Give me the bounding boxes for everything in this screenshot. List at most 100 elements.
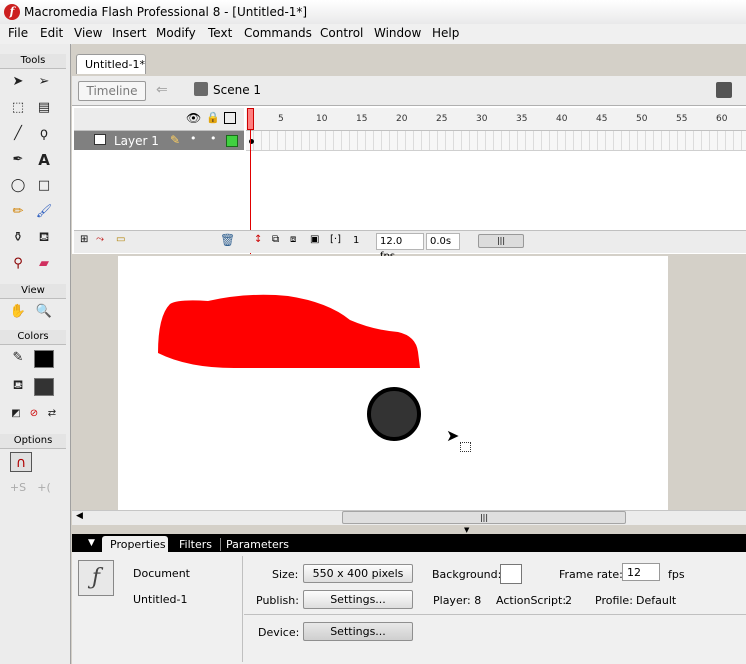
current-frame: 1 — [353, 235, 360, 246]
title-bar: f Macromedia Flash Professional 8 - [Unt… — [0, 0, 746, 25]
scroll-left-icon[interactable]: ◀ — [76, 511, 83, 521]
subselection-tool-icon[interactable]: ➢ — [34, 72, 54, 92]
layer-row[interactable]: Layer 1 ✎ • • — [74, 131, 244, 150]
pen-tool-icon[interactable]: ✒ — [8, 150, 28, 170]
paint-bucket-tool-icon[interactable]: ⛾ — [34, 228, 54, 248]
menu-edit[interactable]: Edit — [40, 26, 63, 40]
smooth-icon[interactable]: +S — [8, 478, 28, 498]
frame-rate-display[interactable]: 12.0 fps — [376, 233, 424, 262]
eraser-tool-icon[interactable]: ▰ — [34, 254, 54, 274]
collapse-arrow-icon[interactable]: ▼ — [464, 526, 469, 534]
lock-dot-icon[interactable]: • — [210, 132, 217, 145]
document-type-label: Document — [133, 567, 190, 580]
edit-scene-icon[interactable] — [716, 82, 732, 98]
timeline-scrollbar[interactable]: ||| — [478, 234, 524, 248]
publish-settings-button[interactable]: Settings... — [303, 590, 413, 609]
onion-skin-icon[interactable]: ⧉ — [272, 234, 279, 245]
insert-folder-icon[interactable]: ▭ — [116, 234, 125, 245]
background-label: Background: — [432, 568, 502, 581]
menu-help[interactable]: Help — [432, 26, 459, 40]
onion-outline-icon[interactable]: ⧈ — [290, 234, 296, 245]
insert-layer-icon[interactable]: ⊞ — [80, 234, 88, 245]
panel-splitter[interactable]: ▼ — [72, 526, 746, 534]
fill-color-icon: ⛾ — [12, 378, 24, 393]
eyedropper-tool-icon[interactable]: ⚲ — [8, 254, 28, 274]
menu-bar: File Edit View Insert Modify Text Comman… — [0, 24, 746, 45]
menu-window[interactable]: Window — [374, 26, 421, 40]
menu-insert[interactable]: Insert — [112, 26, 146, 40]
center-frame-icon[interactable]: ↕ — [254, 234, 262, 245]
frame-number: 60 — [716, 114, 728, 124]
rectangle-tool-icon[interactable]: □ — [34, 176, 54, 196]
frame-number: 10 — [316, 114, 328, 124]
snap-to-objects-icon[interactable]: ∩ — [10, 452, 32, 472]
timeline-toggle-button[interactable]: Timeline — [78, 81, 146, 101]
elapsed-time: 0.0s — [426, 233, 460, 250]
tab-properties[interactable]: Properties — [110, 537, 166, 552]
oval-tool-icon[interactable]: ◯ — [8, 176, 28, 196]
straighten-icon[interactable]: +( — [34, 478, 54, 498]
free-transform-tool-icon[interactable]: ⬚ — [8, 98, 28, 118]
lock-icon[interactable]: 🔒 — [206, 111, 220, 124]
brush-tool-icon[interactable]: 🖌 — [34, 202, 54, 222]
panel-collapse-icon[interactable]: ▼ — [88, 538, 95, 548]
properties-divider — [242, 556, 243, 662]
scrollbar-thumb[interactable]: ||| — [342, 511, 626, 524]
back-arrow-icon[interactable]: ⇐ — [156, 82, 168, 98]
hand-tool-icon[interactable]: ✋ — [8, 302, 28, 322]
fill-transform-tool-icon[interactable]: ▤ — [34, 98, 54, 118]
document-name-label: Untitled-1 — [133, 593, 188, 606]
tab-parameters[interactable]: Parameters — [226, 537, 289, 552]
frame-number: 40 — [556, 114, 568, 124]
stroke-color-swatch[interactable] — [34, 350, 54, 368]
flash-app-icon: f — [4, 4, 20, 20]
menu-view[interactable]: View — [74, 26, 102, 40]
delete-layer-icon[interactable]: 🗑 — [220, 233, 235, 247]
menu-file[interactable]: File — [8, 26, 28, 40]
publish-label: Publish: — [256, 594, 299, 607]
edit-multiple-frames-icon[interactable]: ▣ — [310, 234, 319, 245]
visible-dot-icon[interactable]: • — [190, 132, 197, 145]
device-settings-button[interactable]: Settings... — [303, 622, 413, 641]
scene-icon — [194, 82, 208, 96]
background-color-swatch[interactable] — [500, 564, 522, 584]
zoom-tool-icon[interactable]: 🔍 — [34, 302, 54, 322]
fill-color-swatch[interactable] — [34, 378, 54, 396]
menu-control[interactable]: Control — [320, 26, 363, 40]
frame-grid[interactable] — [246, 131, 746, 151]
fps-unit-label: fps — [668, 568, 685, 581]
swap-colors-icon[interactable]: ⇄ — [42, 404, 62, 424]
tab-filters[interactable]: Filters — [179, 537, 212, 552]
size-button[interactable]: 550 x 400 pixels — [303, 564, 413, 583]
line-tool-icon[interactable]: ╱ — [8, 124, 28, 144]
scene-label: Scene 1 — [213, 83, 262, 97]
car-body-shape[interactable] — [158, 294, 420, 368]
eye-icon[interactable]: 👁 — [186, 111, 201, 125]
lasso-tool-icon[interactable]: ϙ — [34, 124, 54, 144]
frame-rate-input[interactable]: 12 — [622, 563, 660, 581]
modify-onion-markers-icon[interactable]: [·] — [330, 234, 341, 245]
outline-color-swatch[interactable] — [226, 135, 238, 147]
options-header: Options — [0, 434, 66, 449]
add-motion-guide-icon[interactable]: ⤳ — [96, 234, 104, 245]
properties-header: ▼ — [72, 534, 746, 552]
document-tab[interactable]: Untitled-1* — [76, 54, 146, 74]
outline-icon[interactable] — [224, 112, 236, 124]
selection-tool-icon[interactable]: ➤ — [8, 72, 28, 92]
ink-bottle-tool-icon[interactable]: ⚱ — [8, 228, 28, 248]
black-white-icon[interactable]: ◩ — [6, 404, 26, 424]
menu-commands[interactable]: Commands — [244, 26, 312, 40]
menu-modify[interactable]: Modify — [156, 26, 196, 40]
document-type-icon: ƒ — [78, 560, 114, 596]
frame-number: 30 — [476, 114, 488, 124]
text-tool-icon[interactable]: A — [34, 150, 54, 170]
no-color-icon[interactable]: ⊘ — [24, 404, 44, 424]
frame-ruler[interactable]: 5 10 15 20 25 30 35 40 45 50 55 60 — [246, 108, 746, 131]
size-label: Size: — [272, 568, 299, 581]
pencil-tool-icon[interactable]: ✏ — [8, 202, 28, 222]
frame-number: 55 — [676, 114, 688, 124]
menu-text[interactable]: Text — [208, 26, 232, 40]
wheel-circle[interactable] — [367, 387, 421, 441]
playhead[interactable] — [247, 108, 254, 130]
layer-name[interactable]: Layer 1 — [114, 134, 159, 148]
